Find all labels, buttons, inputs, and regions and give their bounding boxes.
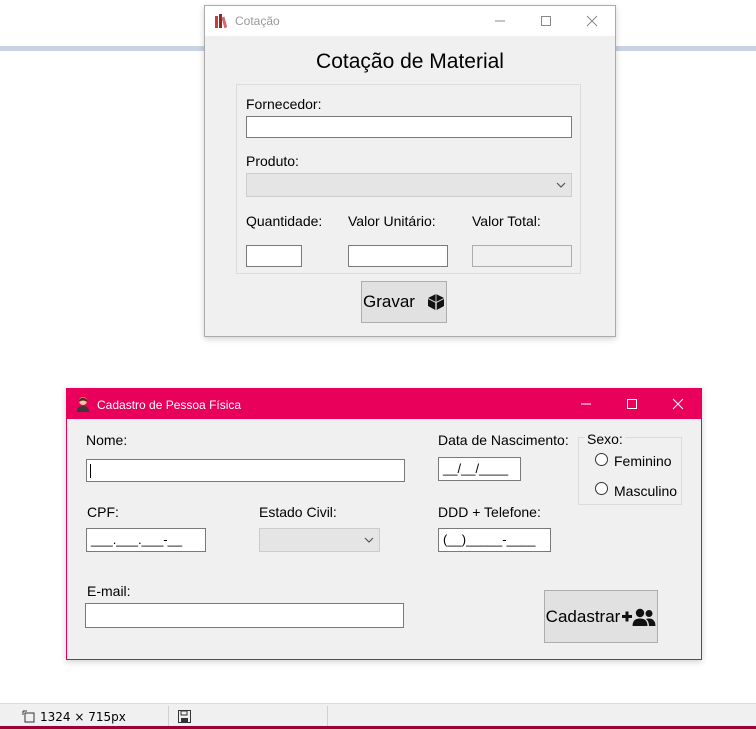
- email-label: E-mail:: [87, 583, 131, 599]
- nome-label: Nome:: [86, 432, 128, 448]
- feminino-radio[interactable]: [595, 453, 608, 466]
- produto-label: Produto:: [246, 153, 299, 169]
- minimize-icon: [495, 20, 505, 22]
- chevron-down-icon: [556, 182, 566, 188]
- produto-select[interactable]: [246, 173, 572, 197]
- cadastrar-label: Cadastrar: [545, 606, 621, 626]
- selection-size-icon: [22, 710, 35, 723]
- estado-civil-label: Estado Civil:: [259, 504, 337, 520]
- telefone-mask: (__)_____-____: [443, 532, 536, 547]
- maximize-icon: [627, 399, 637, 409]
- masculino-radio[interactable]: [595, 482, 608, 495]
- maximize-button[interactable]: [609, 389, 655, 419]
- cpf-label: CPF:: [87, 504, 119, 520]
- cadastro-window-title: Cadastro de Pessoa Física: [97, 398, 242, 412]
- estado-civil-select[interactable]: [259, 528, 380, 552]
- fornecedor-input[interactable]: [246, 116, 572, 138]
- close-button[interactable]: [655, 389, 701, 419]
- telefone-label: DDD + Telefone:: [438, 504, 541, 520]
- minimize-icon: [581, 403, 591, 405]
- quantidade-input[interactable]: [246, 245, 302, 267]
- data-nascimento-label: Data de Nascimento:: [438, 432, 569, 448]
- telefone-input[interactable]: (__)_____-____: [438, 528, 551, 552]
- data-nascimento-input[interactable]: __/__/____: [438, 457, 521, 481]
- cadastro-titlebar[interactable]: Cadastro de Pessoa Física: [67, 389, 701, 419]
- valor-total-input: [472, 245, 572, 267]
- books-icon: [215, 14, 228, 29]
- person-icon: [77, 397, 89, 412]
- sexo-label: Sexo:: [585, 431, 625, 447]
- user-add-icon: [622, 608, 656, 626]
- minimize-button[interactable]: [563, 389, 609, 419]
- valor-total-label: Valor Total:: [472, 213, 541, 229]
- cotacao-titlebar[interactable]: Cotação: [205, 6, 615, 36]
- valor-unitario-label: Valor Unitário:: [348, 213, 436, 229]
- gravar-button[interactable]: Gravar: [361, 281, 447, 323]
- maximize-icon: [541, 16, 551, 26]
- status-separator: [327, 706, 328, 726]
- nome-input[interactable]: [86, 459, 405, 482]
- email-input[interactable]: [85, 603, 404, 628]
- data-nascimento-mask: __/__/____: [443, 461, 509, 476]
- cotacao-window: Cotação Cotação de Material Fornecedor: …: [204, 5, 616, 337]
- close-icon: [672, 398, 684, 410]
- feminino-label[interactable]: Feminino: [614, 453, 672, 469]
- cadastro-window: Cadastro de Pessoa Física Nome: Data de …: [66, 388, 702, 660]
- masculino-label[interactable]: Masculino: [614, 483, 677, 499]
- status-separator: [168, 706, 169, 726]
- cadastrar-button[interactable]: Cadastrar: [544, 590, 658, 643]
- save-icon: [178, 710, 191, 723]
- cpf-input[interactable]: ___.___.___-__: [86, 528, 206, 552]
- fornecedor-label: Fornecedor:: [246, 96, 322, 112]
- cpf-mask: ___.___.___-__: [91, 532, 183, 547]
- text-cursor: [90, 464, 91, 478]
- valor-unitario-input[interactable]: [348, 245, 448, 267]
- close-icon: [586, 15, 598, 27]
- cotacao-window-title: Cotação: [235, 14, 280, 28]
- cotacao-heading: Cotação de Material: [316, 50, 504, 73]
- chevron-down-icon: [364, 537, 374, 543]
- minimize-button[interactable]: [477, 6, 523, 36]
- maximize-button[interactable]: [523, 6, 569, 36]
- box-icon: [427, 294, 444, 310]
- dimensions-readout: 1324 × 715px: [40, 710, 126, 724]
- gravar-label: Gravar: [363, 292, 415, 311]
- close-button[interactable]: [569, 6, 615, 36]
- quantidade-label: Quantidade:: [246, 213, 323, 229]
